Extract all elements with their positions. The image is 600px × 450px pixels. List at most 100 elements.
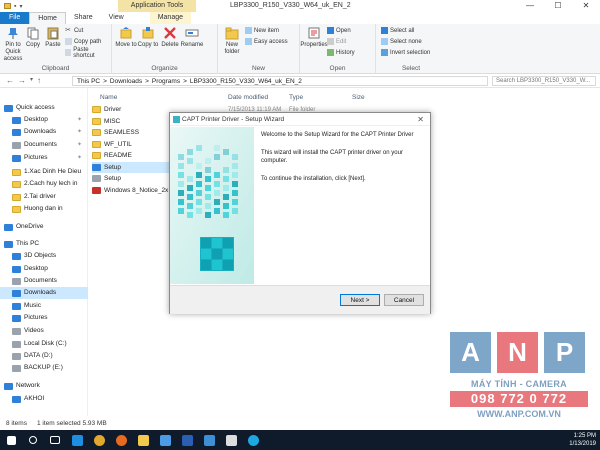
shortcut-icon <box>64 49 72 56</box>
search-icon[interactable] <box>22 430 44 450</box>
new-item-button[interactable]: New item <box>245 26 288 35</box>
breadcrumb-programs[interactable]: Programs <box>152 77 180 85</box>
select-all-button[interactable]: Select all <box>381 26 430 35</box>
recent-dropdown-icon[interactable]: ▾ <box>30 76 33 85</box>
sidebar-item-this-pc[interactable]: This PC <box>0 238 88 250</box>
sidebar-item-3d-objects[interactable]: 3D Objects <box>0 250 88 262</box>
breadcrumb-current-folder[interactable]: LBP3300_R150_V330_W64_uk_EN_2 <box>190 77 302 85</box>
column-size[interactable]: Size <box>352 94 365 101</box>
sidebar-item-music[interactable]: Music <box>0 300 88 312</box>
sidebar-item-local-disk-c[interactable]: Local Disk (C:) <box>0 338 88 350</box>
save-icon[interactable]: ▪ <box>14 3 16 10</box>
open-button[interactable]: Open <box>327 26 355 35</box>
pin-icon: ✦ <box>76 129 82 135</box>
minimize-button[interactable]: — <box>516 0 544 12</box>
sidebar-item-downloads[interactable]: Downloads <box>0 287 88 299</box>
easy-access-button[interactable]: Easy access <box>245 37 288 46</box>
up-arrow-icon[interactable]: ↑ <box>37 76 41 85</box>
computer-icon <box>4 240 13 248</box>
ribbon-tabs: File Home Share View Manage <box>0 12 600 24</box>
word-icon[interactable] <box>176 430 198 450</box>
chevron-down-icon[interactable]: ▾ <box>19 3 22 10</box>
history-button[interactable]: History <box>327 48 355 57</box>
breadcrumb-downloads[interactable]: Downloads <box>110 77 142 85</box>
column-name[interactable]: Name <box>100 94 117 101</box>
folder-icon <box>12 168 21 176</box>
welcome-text: Welcome to the Setup Wizard for the CAPT… <box>261 132 414 138</box>
star-icon <box>4 104 13 112</box>
selection-info: 1 item selected 5.93 MB <box>36 419 107 427</box>
sidebar-item-pictures[interactable]: Pictures <box>0 312 88 324</box>
new-folder-icon <box>225 27 239 40</box>
start-icon[interactable] <box>0 430 22 450</box>
setup-app-icon[interactable] <box>220 430 242 450</box>
sidebar-item-documents[interactable]: Documents <box>0 275 88 287</box>
sidebar-item-desktop[interactable]: Desktop ✦ <box>0 114 88 126</box>
sidebar-item-documents[interactable]: Documents ✦ <box>0 139 88 151</box>
paste-shortcut-button[interactable]: Paste shortcut <box>64 47 108 59</box>
edge-icon[interactable] <box>66 430 88 450</box>
breadcrumb-separator: > <box>103 78 107 85</box>
sidebar-item-label: Local Disk (C:) <box>24 340 67 347</box>
tab-file[interactable]: File <box>0 12 30 24</box>
cut-button[interactable]: ✂ Cut <box>65 26 108 35</box>
clipboard-group-label: Clipboard <box>41 65 70 72</box>
close-button[interactable]: ✕ <box>572 0 600 12</box>
invert-selection-button[interactable]: Invert selection <box>381 48 430 57</box>
tab-manage[interactable]: Manage <box>149 12 191 24</box>
printer-driver-icon <box>173 116 180 123</box>
column-headers: Name Date modified Type Size <box>92 92 600 104</box>
chrome-icon[interactable] <box>88 430 110 450</box>
search-input[interactable]: Search LBP3300_R150_V330_W... <box>492 76 596 86</box>
photos-icon[interactable] <box>198 430 220 450</box>
sidebar-item-videos[interactable]: Videos <box>0 325 88 337</box>
sidebar-item-onedrive[interactable]: OneDrive <box>0 221 88 233</box>
copy-path-button[interactable]: Copy path <box>64 37 108 46</box>
window-title: LBP3300_R150_V330_W64_uk_EN_2 <box>230 2 351 9</box>
sidebar-item-2-cach-huy-lech-in[interactable]: 2.Cach huy lech in <box>0 178 88 190</box>
forward-arrow-icon[interactable]: → <box>18 76 26 85</box>
sidebar-item-akhoi[interactable]: AKHOI <box>0 393 88 405</box>
tab-share[interactable]: Share <box>66 12 101 24</box>
sidebar-item-quick-access[interactable]: Quick access <box>0 102 88 114</box>
sidebar-item-network[interactable]: Network <box>0 380 88 392</box>
sidebar-item-pictures[interactable]: Pictures ✦ <box>0 152 88 164</box>
breadcrumb-this-pc[interactable]: This PC <box>77 77 100 85</box>
task-view-icon[interactable] <box>44 430 66 450</box>
column-date-modified[interactable]: Date modified <box>228 94 268 101</box>
window-controls: — ☐ ✕ <box>516 0 600 12</box>
sidebar-item-desktop[interactable]: Desktop <box>0 263 88 275</box>
address-bar[interactable]: This PC > Downloads > Programs > LBP3300… <box>72 76 488 86</box>
back-arrow-icon[interactable]: ← <box>6 76 14 85</box>
sidebar-item-huong-dan-in[interactable]: Huong dan in <box>0 203 88 215</box>
maximize-button[interactable]: ☐ <box>544 0 572 12</box>
select-none-button[interactable]: Select none <box>381 37 430 46</box>
sidebar-item-1-xac-dinh-he-dieu[interactable]: 1.Xac Dinh He Dieu <box>0 166 88 178</box>
mail-icon[interactable] <box>154 430 176 450</box>
firefox-icon[interactable] <box>110 430 132 450</box>
sidebar-item-label: Quick access <box>16 104 55 111</box>
paste-icon <box>47 27 59 40</box>
column-type[interactable]: Type <box>289 94 303 101</box>
sidebar-item-backup-e[interactable]: BACKUP (E:) <box>0 362 88 374</box>
system-clock[interactable]: 1:25 PM 1/13/2019 <box>569 432 596 448</box>
sidebar-item-downloads[interactable]: Downloads ✦ <box>0 126 88 138</box>
folder-icon <box>12 180 21 188</box>
file-name: MISC <box>104 117 121 125</box>
sidebar-item-data-d[interactable]: DATA (D:) <box>0 350 88 362</box>
ribbon: Pin to Quick access Copy Paste ✂ Cut Copy… <box>0 24 600 74</box>
folder-icon[interactable] <box>4 3 11 9</box>
sidebar-item-label: OneDrive <box>16 223 44 230</box>
cancel-button[interactable]: Cancel <box>384 294 424 306</box>
file-name: WF_UTIL <box>104 140 132 148</box>
desktop-icon <box>12 116 21 124</box>
sidebar-item-2-tai-driver[interactable]: 2.Tai driver <box>0 191 88 203</box>
sidebar-item-label: Network <box>16 382 40 389</box>
skype-icon[interactable] <box>242 430 264 450</box>
dialog-close-button[interactable]: ✕ <box>417 113 424 126</box>
tab-home[interactable]: Home <box>29 12 66 24</box>
tab-view[interactable]: View <box>101 12 132 24</box>
next-button[interactable]: Next > <box>340 294 380 306</box>
file-explorer-icon[interactable] <box>132 430 154 450</box>
edit-button[interactable]: Edit <box>327 37 355 46</box>
